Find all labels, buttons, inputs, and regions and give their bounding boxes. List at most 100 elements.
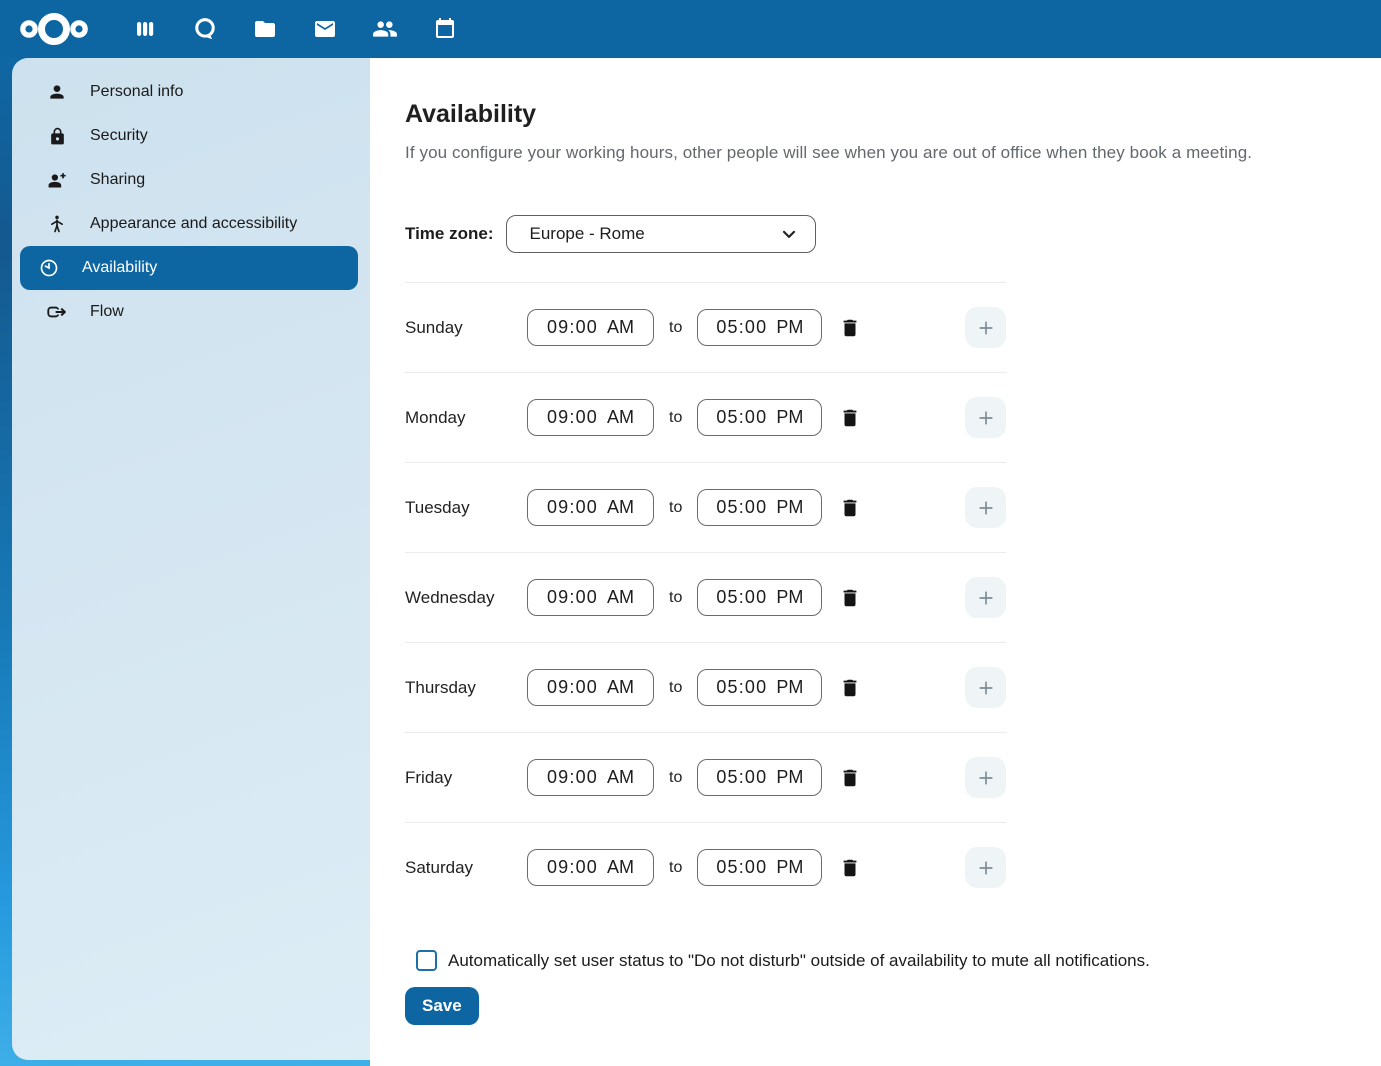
sidebar-item-personal-info[interactable]: Personal info [20, 70, 358, 114]
trash-icon [839, 497, 861, 519]
app-navigation [120, 4, 470, 54]
start-time-value: 09:00 [547, 677, 598, 698]
start-time-value: 09:00 [547, 407, 598, 428]
plus-icon [975, 767, 997, 789]
start-time-input[interactable]: 09:00AM [527, 849, 654, 886]
person-plus-icon [46, 169, 68, 191]
availability-row-monday: Monday 09:00AM to 05:00 PM [405, 372, 1006, 462]
timezone-label: Time zone: [405, 224, 493, 244]
end-period-value: PM [776, 677, 803, 698]
start-period-value: AM [607, 587, 634, 608]
end-time-value: 05:00 [716, 407, 767, 428]
end-time-input[interactable]: 05:00 PM [697, 399, 822, 436]
dnd-option-row: Automatically set user status to "Do not… [405, 950, 1381, 971]
to-label: to [669, 589, 682, 607]
plus-icon [975, 497, 997, 519]
settings-sidebar: Personal info Security Sharing [12, 58, 370, 1060]
start-time-value: 09:00 [547, 857, 598, 878]
dnd-checkbox[interactable] [416, 950, 437, 971]
calendar-icon[interactable] [420, 4, 470, 54]
start-time-input[interactable]: 09:00 AM [527, 489, 654, 526]
start-time-value: 09:00 [547, 587, 598, 608]
delete-slot-button[interactable] [836, 764, 864, 792]
nextcloud-logo-icon[interactable] [16, 5, 92, 53]
talk-icon[interactable] [180, 4, 230, 54]
start-period-value: AM [607, 767, 634, 788]
to-label: to [669, 769, 682, 787]
delete-slot-button[interactable] [836, 584, 864, 612]
end-period-value: PM [776, 407, 803, 428]
end-time-value: 05:00 [716, 317, 767, 338]
start-period-value: AM [607, 497, 634, 518]
timezone-row: Time zone: Europe - Rome [405, 215, 1381, 253]
plus-icon [975, 857, 997, 879]
add-slot-button[interactable] [965, 487, 1006, 528]
delete-slot-button[interactable] [836, 494, 864, 522]
page: Personal info Security Sharing [0, 0, 1381, 1066]
start-time-input[interactable]: 09:00AM [527, 759, 654, 796]
trash-icon [839, 767, 861, 789]
trash-icon [839, 677, 861, 699]
start-time-input[interactable]: 09:00AM [527, 399, 654, 436]
sidebar-item-availability[interactable]: Availability [20, 246, 358, 290]
trash-icon [839, 587, 861, 609]
add-slot-button[interactable] [965, 307, 1006, 348]
end-period-value: PM [776, 317, 803, 338]
end-time-input[interactable]: 05:00PM [697, 759, 822, 796]
timezone-selected-value: Europe - Rome [529, 224, 779, 244]
availability-settings-panel: Availability If you configure your worki… [370, 58, 1381, 1066]
files-icon[interactable] [240, 4, 290, 54]
add-slot-button[interactable] [965, 397, 1006, 438]
end-time-value: 05:00 [716, 497, 767, 518]
to-label: to [669, 499, 682, 517]
dashboard-icon[interactable] [120, 4, 170, 54]
availability-row-saturday: Saturday 09:00AM to 05:00PM [405, 822, 1006, 912]
delete-slot-button[interactable] [836, 404, 864, 432]
sidebar-item-label: Flow [90, 303, 124, 321]
start-time-input[interactable]: 09:00AM [527, 309, 654, 346]
timezone-select[interactable]: Europe - Rome [506, 215, 816, 253]
contacts-icon[interactable] [360, 4, 410, 54]
sidebar-item-flow[interactable]: Flow [20, 290, 358, 334]
end-time-input[interactable]: 05:00PM [697, 489, 822, 526]
end-time-input[interactable]: 05:00 PM [697, 309, 822, 346]
page-title: Availability [405, 100, 1381, 129]
add-slot-button[interactable] [965, 847, 1006, 888]
person-icon [46, 81, 68, 103]
start-time-input[interactable]: 09:00AM [527, 669, 654, 706]
add-slot-button[interactable] [965, 757, 1006, 798]
day-label: Monday [405, 408, 527, 428]
availability-row-thursday: Thursday 09:00AM to 05:00PM [405, 642, 1006, 732]
end-period-value: PM [776, 857, 803, 878]
weekly-availability-list: Sunday 09:00AM to 05:00PM Monday 09: [405, 282, 1006, 912]
add-slot-button[interactable] [965, 577, 1006, 618]
delete-slot-button[interactable] [836, 674, 864, 702]
mail-icon[interactable] [300, 4, 350, 54]
sidebar-item-security[interactable]: Security [20, 114, 358, 158]
plus-icon [975, 677, 997, 699]
plus-icon [975, 407, 997, 429]
end-time-input[interactable]: 05:00PM [697, 579, 822, 616]
availability-row-friday: Friday 09:00AM to 05:00PM [405, 732, 1006, 822]
plus-icon [975, 587, 997, 609]
sidebar-item-sharing[interactable]: Sharing [20, 158, 358, 202]
delete-slot-button[interactable] [836, 314, 864, 342]
end-time-value: 05:00 [716, 587, 767, 608]
end-time-input[interactable]: 05:00PM [697, 849, 822, 886]
to-label: to [669, 409, 682, 427]
sidebar-item-label: Availability [82, 259, 157, 277]
save-button[interactable]: Save [405, 987, 479, 1025]
sidebar-item-label: Security [90, 127, 148, 145]
start-time-value: 09:00 [547, 497, 598, 518]
trash-icon [839, 407, 861, 429]
add-slot-button[interactable] [965, 667, 1006, 708]
end-period-value: PM [776, 767, 803, 788]
plus-icon [975, 317, 997, 339]
sidebar-item-appearance[interactable]: Appearance and accessibility [20, 202, 358, 246]
sidebar-item-label: Sharing [90, 171, 145, 189]
to-label: to [669, 319, 682, 337]
page-description: If you configure your working hours, oth… [405, 143, 1381, 163]
end-time-input[interactable]: 05:00PM [697, 669, 822, 706]
start-time-input[interactable]: 09:00 AM [527, 579, 654, 616]
delete-slot-button[interactable] [836, 854, 864, 882]
